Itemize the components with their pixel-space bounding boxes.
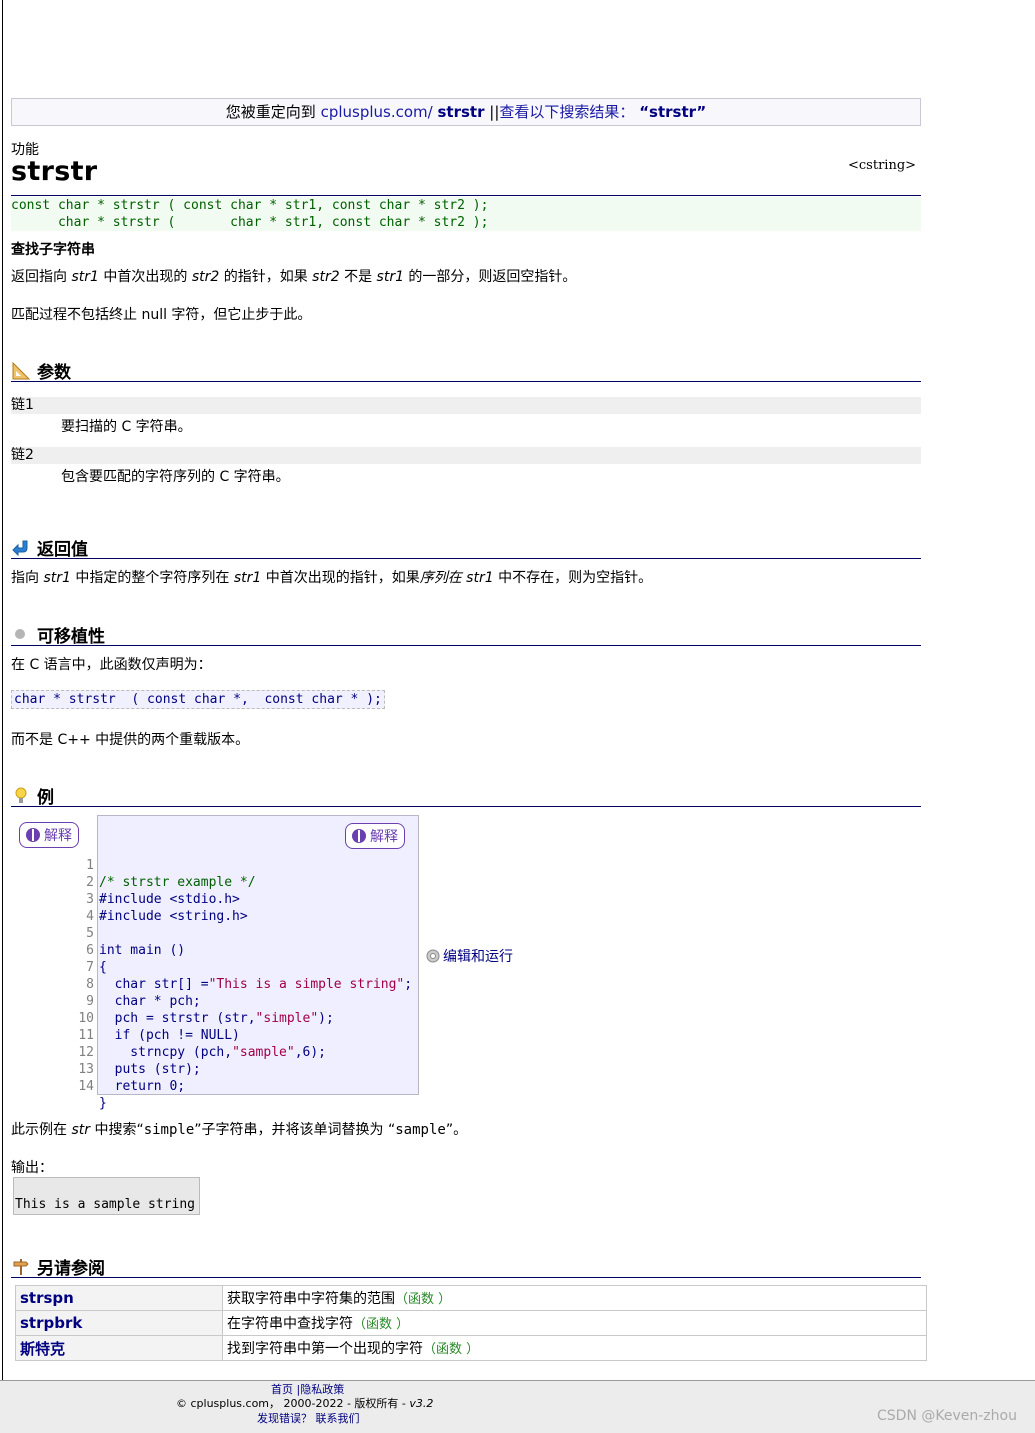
code-line: if (pch != NULL) — [99, 1028, 240, 1043]
example-heading: 例 — [11, 783, 54, 808]
left-border — [2, 0, 3, 1380]
footer — [0, 1380, 1035, 1433]
output-label: 输出： — [11, 1160, 53, 1176]
description-line-2: 匹配过程不包括终止 null 字符，但它止步于此。 — [11, 307, 312, 323]
return-heading: 返回值 — [11, 535, 88, 560]
code-line: } — [99, 1096, 107, 1111]
description-line-1: 返回指向 str1 中首次出现的 str2 的指针，如果 str2 不是 str… — [11, 269, 577, 285]
footer-contact: 发现错误？ 联系我们 — [257, 1410, 360, 1426]
gray-dot-icon — [15, 628, 25, 639]
example-divider — [11, 806, 921, 807]
code-line: char str[] ="This is a simple string"; — [99, 977, 413, 992]
see-also-desc: 获取字符串中字符集的范围（函数 ） — [222, 1285, 927, 1311]
portability-declaration: char * strstr ( const char *, const char… — [11, 690, 385, 709]
brain-icon — [26, 828, 40, 842]
table-row: 斯特克 找到字符串中第一个出现的字符（函数 ） — [15, 1335, 927, 1361]
redirect-search-link[interactable]: 查看以下搜索结果： — [499, 103, 634, 121]
param-1-desc: 要扫描的 C 字符串。 — [61, 419, 192, 435]
param-1-name: 链1 — [11, 397, 921, 414]
redirect-sep: || — [484, 103, 500, 121]
see-also-heading: 另请参阅 — [11, 1254, 105, 1279]
see-also-desc: 找到字符串中第一个出现的字符（函数 ） — [222, 1335, 927, 1361]
table-row: strpbrk 在字符串中查找字符（函数 ） — [15, 1310, 927, 1336]
code-line: #include <string.h> — [99, 909, 248, 924]
see-also-divider — [11, 1277, 921, 1278]
portability-note: 而不是 C++ 中提供的两个重载版本。 — [11, 732, 250, 748]
gear-icon — [426, 949, 440, 963]
output-box: This is a sample string — [13, 1177, 200, 1215]
portability-divider — [11, 645, 921, 646]
code-line: #include <stdio.h> — [99, 892, 240, 907]
contact-link[interactable]: 联系我们 — [316, 1412, 360, 1425]
report-bug-link[interactable]: 发现错误？ — [257, 1412, 312, 1425]
brain-icon — [352, 829, 366, 843]
return-arrow-icon — [12, 540, 28, 556]
portability-heading: 可移植性 — [11, 622, 105, 647]
page-title: strstr — [11, 156, 98, 187]
code-line: strncpy (pch,"sample",6); — [99, 1045, 326, 1060]
code-line: int main () — [99, 943, 186, 958]
code-line: char * pch; — [99, 994, 201, 1009]
signpost-icon — [13, 1258, 29, 1275]
code-line: /* strstr example */ — [99, 875, 256, 890]
see-also-link[interactable]: strspn — [15, 1285, 223, 1311]
redirect-prefix: 您被重定向到 — [225, 103, 321, 121]
return-description: 指向 str1 中指定的整个字符序列在 str1 中首次出现的指针，如果序列在 … — [11, 570, 653, 586]
code-line: pch = strstr (str,"simple"); — [99, 1011, 334, 1026]
see-also-table: strspn 获取字符串中字符集的范围（函数 ） strpbrk 在字符串中查找… — [15, 1285, 927, 1361]
explain-button-left[interactable]: 解释 — [19, 822, 79, 848]
prototype-line-1: const char * strstr ( const char * str1,… — [11, 198, 489, 213]
params-divider — [11, 381, 921, 382]
redirect-site-link[interactable]: cplusplus.com/ — [321, 103, 433, 121]
return-divider — [11, 558, 921, 559]
lightbulb-icon — [15, 787, 27, 803]
see-also-link[interactable]: strpbrk — [15, 1310, 223, 1336]
redirect-banner: 您被重定向到 cplusplus.com/ strstr ||查看以下搜索结果：… — [11, 98, 921, 126]
watermark: CSDN @Keven-zhou — [877, 1408, 1017, 1424]
code-line: return 0; — [99, 1079, 186, 1094]
prototype-line-2: char * strstr ( char * str1, const char … — [11, 215, 489, 230]
footer-copyright: © cplusplus.com， 2000-2022 - 版权所有 - v3.2 — [176, 1397, 434, 1410]
table-row: strspn 获取字符串中字符集的范围（函数 ） — [15, 1285, 927, 1311]
portability-intro: 在 C 语言中，此函数仅声明为： — [11, 657, 212, 673]
see-also-link[interactable]: 斯特克 — [15, 1335, 223, 1361]
title-divider — [11, 195, 921, 196]
param-2-desc: 包含要匹配的字符序列的 C 字符串。 — [61, 469, 290, 485]
example-description: 此示例在 str 中搜索“simple”子字符串，并将该单词替换为 “sampl… — [11, 1122, 468, 1138]
ruler-icon — [12, 361, 31, 379]
code-line: { — [99, 960, 107, 975]
prototype-block: const char * strstr ( const char * str1,… — [11, 197, 921, 231]
header-include[interactable]: <cstring> — [848, 158, 916, 173]
code-line-numbers: 1 2 3 4 5 6 7 8 9 10 11 12 13 14 — [78, 858, 94, 1094]
redirect-term-link[interactable]: strstr — [438, 103, 485, 121]
redirect-query[interactable]: “strstr” — [639, 103, 706, 121]
code-line: ​ — [99, 925, 412, 942]
edit-run-link[interactable]: 编辑和运行 — [425, 946, 513, 966]
param-2-name: 链2 — [11, 447, 921, 464]
code-line: puts (str); — [99, 1062, 201, 1077]
code-body: /* strstr example */ #include <stdio.h> #i… — [99, 857, 412, 1129]
summary: 查找子字符串 — [11, 242, 95, 258]
explain-button-right[interactable]: 解释 — [345, 823, 405, 849]
params-heading: 参数 — [11, 358, 71, 383]
see-also-desc: 在字符串中查找字符（函数 ） — [222, 1310, 927, 1336]
